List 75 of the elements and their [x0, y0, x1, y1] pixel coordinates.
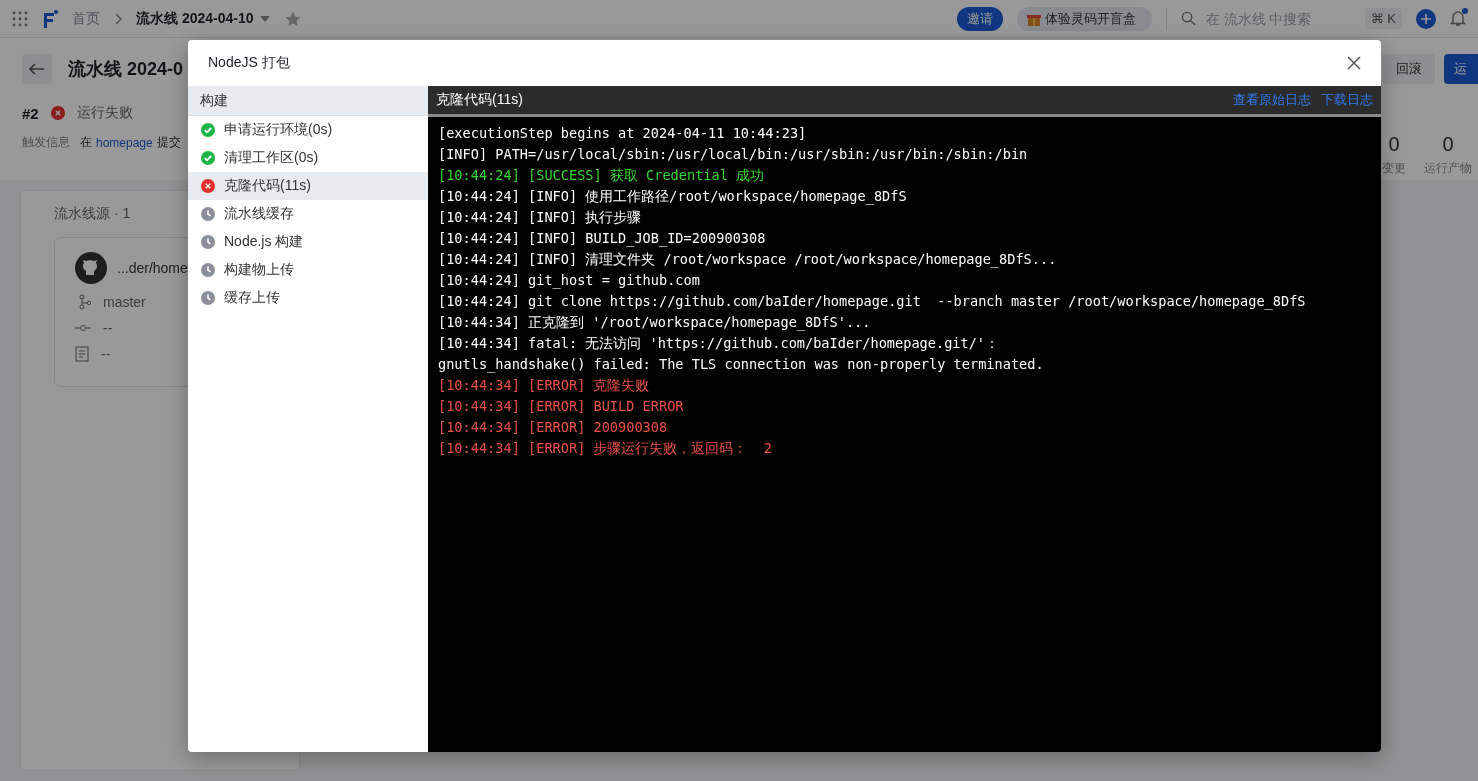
step-item[interactable]: 缓存上传: [188, 284, 428, 312]
search-field[interactable]: 在 流水线 中搜索: [1180, 9, 1351, 28]
stat-label: 变更: [1382, 160, 1406, 177]
notification-button[interactable]: [1450, 10, 1466, 27]
clock-icon: [201, 207, 215, 221]
search-icon: [1180, 11, 1196, 26]
run-button[interactable]: 运: [1444, 54, 1478, 84]
promo-button[interactable]: 体验灵码开盲盒: [1016, 6, 1152, 31]
caret-down-icon[interactable]: [259, 15, 270, 22]
bell-icon: [1450, 10, 1466, 27]
step-group-header: 构建: [188, 86, 428, 116]
commit-id: --: [103, 320, 113, 336]
stat-value: 0: [1442, 133, 1454, 156]
close-button[interactable]: [1347, 56, 1361, 70]
repo-name: ...der/home: [117, 260, 188, 276]
shortcut-hint: ⌘ K: [1364, 8, 1402, 29]
log-line: [10:44:24] [INFO] BUILD_JOB_ID=200900308: [438, 229, 767, 249]
run-number: #2: [22, 104, 39, 122]
source-title: 流水线源 · 1: [54, 205, 131, 223]
stat-value: 0: [1388, 133, 1400, 156]
step-item[interactable]: Node.js 构建: [188, 228, 428, 256]
logo-icon[interactable]: [42, 8, 58, 29]
log-line: [10:44:34] [ERROR] 克隆失败: [438, 376, 651, 395]
repo-link[interactable]: homepage: [96, 135, 153, 150]
branch-icon: [79, 294, 91, 310]
apps-grid-icon[interactable]: [12, 10, 28, 27]
run-status: 运行失败: [76, 104, 133, 122]
step-item[interactable]: 清理工作区(0s): [188, 144, 428, 172]
log-link[interactable]: 下载日志: [1321, 91, 1373, 109]
trigger-prefix: 在: [80, 134, 92, 151]
plus-icon: [1421, 13, 1431, 24]
arrow-left-icon: [29, 63, 45, 75]
step-item[interactable]: 流水线缓存: [188, 200, 428, 228]
log-line: [10:44:34] [ERROR] 步骤运行失败，返回码： 2: [438, 439, 774, 458]
step-item[interactable]: 克隆代码(11s): [188, 172, 428, 200]
document-icon: [75, 346, 89, 362]
trigger-label: 触发信息: [22, 134, 70, 151]
clock-icon: [201, 263, 215, 277]
log-line: [10:44:34] fatal: 无法访问 'https://github.com/baIder/homepage.git/'：: [438, 334, 1001, 353]
log-line: gnutls_handshake() failed: The TLS connection was non-properly terminated.: [438, 355, 1045, 375]
page-title: 流水线 2024-0: [68, 58, 184, 81]
check-circle-icon: [201, 151, 215, 165]
log-title: 克隆代码(11s): [436, 91, 523, 109]
stat-label: 运行产物: [1424, 160, 1472, 177]
trigger-action: 提交: [156, 134, 181, 151]
log-line: [10:44:34] 正克隆到 '/root/workspace/homepage_8DfS'...: [438, 313, 872, 333]
log-line: [10:44:24] git clone https://github.com/baIder/homepage.git --branch master /root/workspace/homepage_8DfS: [438, 292, 1307, 312]
log-line: [10:44:34] [ERROR] BUILD ERROR: [438, 397, 685, 416]
log-line: [10:44:24] git_host = github.com: [438, 271, 701, 291]
commit-message: --: [101, 346, 111, 362]
branch-name: master: [103, 294, 146, 310]
add-button[interactable]: [1416, 8, 1436, 29]
clock-icon: [201, 235, 215, 249]
log-line: [10:44:24] [INFO] 清理文件夹 /root/workspace /root/workspace/homepage_8DfS...: [438, 250, 1058, 270]
close-icon: [1347, 56, 1361, 70]
step-item[interactable]: 申请运行环境(0s): [188, 116, 428, 144]
error-circle-icon: [50, 106, 65, 120]
step-item[interactable]: 构建物上传: [188, 256, 428, 284]
log-line: [INFO] PATH=/usr/local/sbin:/usr/local/bin:/usr/sbin:/usr/bin:/sbin:/bin: [438, 145, 1029, 164]
clock-icon: [201, 291, 215, 305]
log-line: [10:44:24] [INFO] 使用工作路径/root/workspace/homepage_8DfS: [438, 187, 908, 207]
rollback-button[interactable]: 回滚: [1383, 54, 1435, 84]
log-link[interactable]: 查看原始日志: [1233, 91, 1311, 109]
log-line: [10:44:34] [ERROR] 200900308: [438, 418, 669, 437]
log-line: [10:44:24] [SUCCESS] 获取 Credential 成功: [438, 166, 766, 185]
error-circle-icon: [201, 179, 215, 193]
log-line: [executionStep begins at 2024-04-11 10:44:23]: [438, 124, 808, 143]
dialog-title: NodeJS 打包: [208, 54, 290, 72]
check-circle-icon: [201, 123, 215, 137]
breadcrumb-current[interactable]: 流水线 2024-04-10: [136, 9, 254, 28]
back-button[interactable]: [22, 54, 52, 84]
log-line: [10:44:24] [INFO] 执行步骤: [438, 208, 643, 227]
commit-icon: [75, 324, 91, 332]
invite-button[interactable]: 邀请: [956, 6, 1003, 31]
chevron-right-icon: [114, 12, 122, 25]
